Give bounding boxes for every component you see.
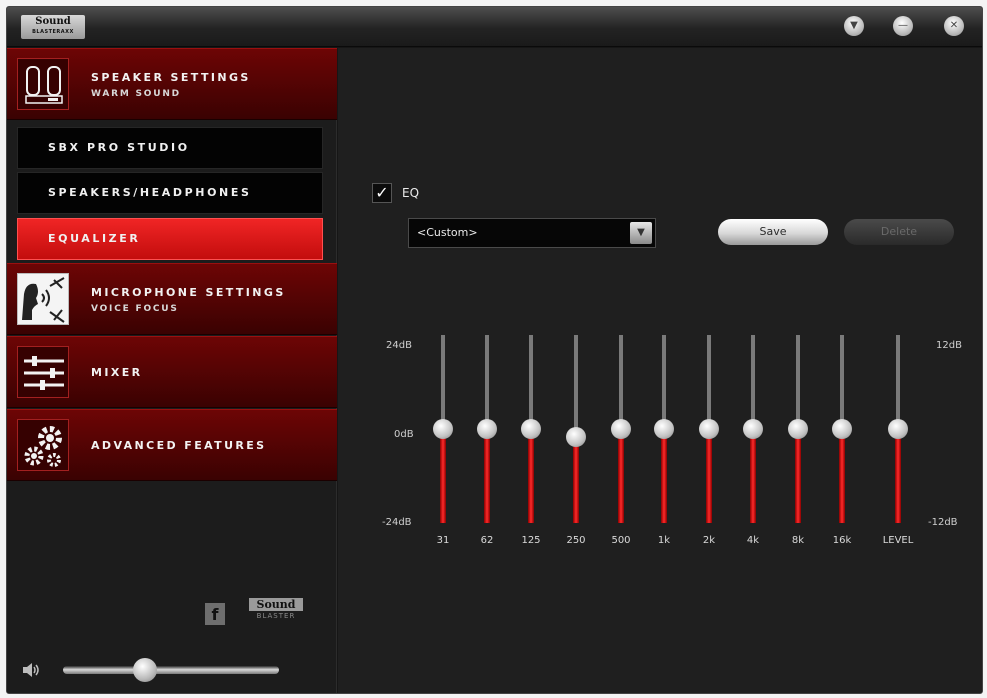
eq-slider-thumb[interactable] [788,419,808,439]
close-button[interactable]: ✕ [944,16,964,36]
volume-slider[interactable] [63,658,279,682]
eq-slider-band-8k[interactable]: 8k [783,331,813,549]
eq-band-label: 4k [746,535,760,546]
nav-microphone-title: MICROPHONE SETTINGS [91,286,286,299]
delete-button: Delete [844,219,954,245]
microphone-icon [17,273,69,325]
eq-slider-band-4k[interactable]: 4k [738,331,768,549]
eq-band-label: 16k [832,535,852,546]
nav-mixer[interactable]: MIXER [7,336,337,408]
right-scale-top: 12dB [936,340,962,351]
eq-slider-thumb[interactable] [654,419,674,439]
eq-slider-band-2k[interactable]: 2k [694,331,724,549]
eq-band-label: 8k [791,535,805,546]
eq-slider-fill [440,429,446,523]
eq-band-label: 250 [566,535,586,546]
eq-slider-fill [795,429,801,523]
minimize-icon: — [898,20,908,31]
eq-slider-band-500[interactable]: 500 [606,331,636,549]
eq-slider-fill [573,436,579,523]
check-icon: ✓ [375,183,389,202]
nav-microphone-subtitle: VOICE FOCUS [91,304,179,314]
eq-slider-band-250[interactable]: 250 [561,331,591,549]
eq-slider-band-16k[interactable]: 16k [827,331,857,549]
eq-slider-fill [895,429,901,523]
eq-slider-fill [750,429,756,523]
eq-slider-thumb[interactable] [521,419,541,439]
eq-slider-band-62[interactable]: 62 [472,331,502,549]
eq-band-label: 125 [521,535,541,546]
preset-value: <Custom> [417,226,478,239]
sound-blaster-logo: Sound BLASTERAXX [21,15,85,39]
logo-text-main: Sound [35,16,71,27]
brand-text-sub: BLASTER [256,612,296,620]
eq-slider-thumb[interactable] [743,419,763,439]
eq-band-label: 2k [702,535,716,546]
gears-icon [17,419,69,471]
eq-slider-thumb[interactable] [699,419,719,439]
eq-checkbox[interactable]: ✓ [372,183,392,203]
nav-advanced-features[interactable]: ADVANCED FEATURES [7,409,337,481]
eq-band-label: 31 [436,535,450,546]
eq-band-label: 62 [480,535,494,546]
eq-slider-thumb[interactable] [832,419,852,439]
nav-microphone-settings[interactable]: MICROPHONE SETTINGS VOICE FOCUS [7,263,337,335]
eq-slider-fill [618,429,624,523]
nav-mixer-title: MIXER [91,366,143,379]
eq-label: EQ [402,186,420,200]
eq-slider-level[interactable]: LEVEL [883,331,913,549]
eq-slider-thumb[interactable] [566,426,586,447]
eq-slider-fill [661,429,667,523]
facebook-icon: f [211,605,219,624]
chevron-down-icon: ▼ [850,20,858,31]
nav-speaker-subtitle: WARM SOUND [91,89,181,99]
speaker-volume-icon [21,662,41,678]
left-scale-mid: 0dB [394,429,414,440]
left-scale-top: 24dB [386,340,412,351]
facebook-button[interactable]: f [205,603,225,625]
brand-text-main: Sound [249,598,303,611]
eq-slider-thumb[interactable] [611,419,631,439]
nav-speaker-settings[interactable]: SPEAKER SETTINGS WARM SOUND [7,48,337,120]
eq-slider-fill [706,429,712,523]
nav-equalizer[interactable]: EQUALIZER [17,218,323,260]
left-scale-bottom: -24dB [382,517,412,528]
title-bar: Sound BLASTERAXX ▼ — ✕ [7,7,982,47]
nav-speaker-title: SPEAKER SETTINGS [91,71,251,84]
sound-blaster-brand-logo[interactable]: Sound BLASTER [249,598,303,624]
right-scale-bottom: -12dB [928,517,958,528]
volume-slider-thumb[interactable] [133,658,158,682]
eq-slider-fill [528,429,534,523]
eq-slider-fill [484,429,490,523]
logo-text-sub: BLASTERAXX [32,29,74,35]
eq-slider-thumb[interactable] [433,419,453,439]
sidebar: SPEAKER SETTINGS WARM SOUND SBX PRO STUD… [7,48,337,693]
eq-slider-fill [839,429,845,523]
eq-band-label: LEVEL [882,535,914,546]
eq-slider-thumb[interactable] [888,419,908,439]
equalizer-panel: ✓ EQ <Custom> ▼ Save Delete 24dB 0dB -24… [338,48,982,693]
dropdown-button[interactable]: ▼ [844,16,864,36]
minimize-button[interactable]: — [893,16,913,36]
eq-slider-band-31[interactable]: 31 [428,331,458,549]
eq-slider-band-1k[interactable]: 1k [649,331,679,549]
eq-band-label: 500 [611,535,631,546]
app-window: Sound BLASTERAXX ▼ — ✕ SPEAKER SETTINGS [6,6,983,694]
nav-sbx-pro-studio[interactable]: SBX PRO STUDIO [17,127,323,169]
preset-dropdown[interactable]: <Custom> ▼ [408,218,656,248]
eq-band-label: 1k [657,535,671,546]
eq-slider-band-125[interactable]: 125 [516,331,546,549]
nav-speakers-headphones[interactable]: SPEAKERS/HEADPHONES [17,172,323,214]
close-icon: ✕ [949,20,959,31]
save-button[interactable]: Save [718,219,828,245]
speaker-icon [17,58,69,110]
eq-slider-thumb[interactable] [477,419,497,439]
mixer-icon [17,346,69,398]
nav-advanced-title: ADVANCED FEATURES [91,439,267,452]
chevron-down-icon[interactable]: ▼ [630,222,652,244]
